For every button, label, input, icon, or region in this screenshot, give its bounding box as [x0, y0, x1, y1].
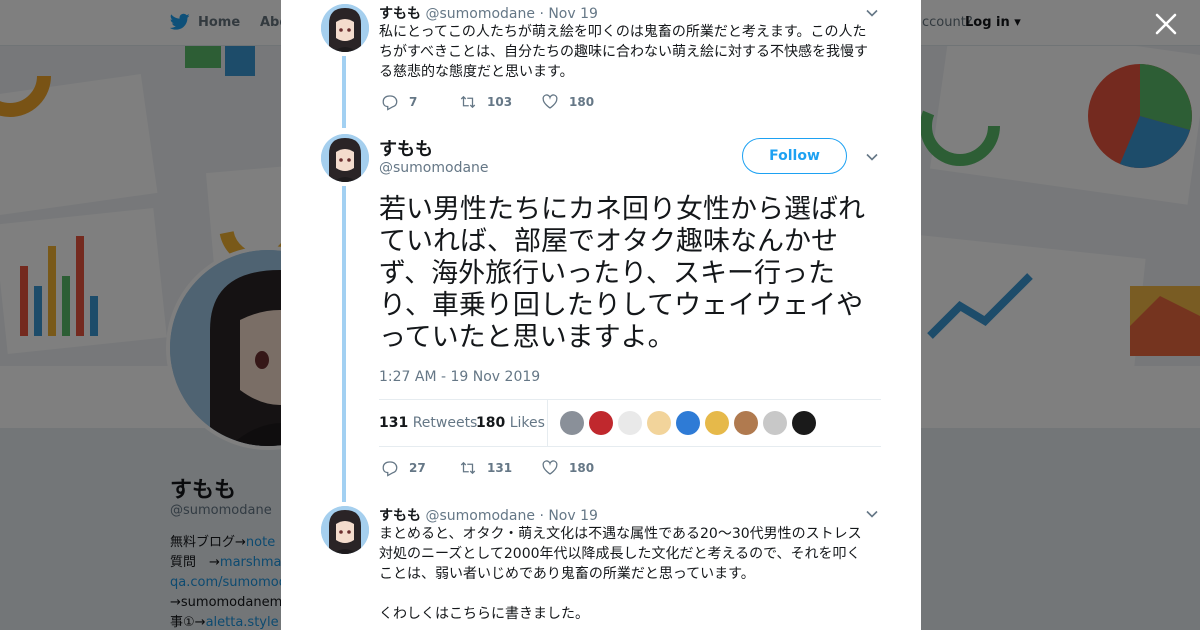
retweet-button[interactable]: 131 — [459, 459, 541, 477]
likes-stat-label: Likes — [509, 415, 545, 431]
reply-count: 27 — [409, 461, 426, 475]
retweets-stat[interactable]: 131 Retweets — [379, 415, 477, 431]
liker-avatar[interactable] — [618, 411, 642, 435]
thread-line — [342, 186, 346, 502]
follow-button[interactable]: Follow — [742, 138, 847, 174]
retweet-count: 131 — [487, 461, 513, 475]
tweet-text: 若い男性たちにカネ回り女性から選ばれていれば、部屋でオタク趣味なんかせず、海外旅… — [379, 194, 865, 353]
avatar-illustration — [321, 134, 369, 182]
reply-icon — [382, 95, 398, 111]
reply-count: 7 — [409, 95, 418, 109]
tweet-author-handle[interactable]: @sumomodane — [425, 508, 535, 524]
tweet-author-name[interactable]: すもも — [379, 6, 421, 22]
like-button[interactable]: 180 — [541, 93, 594, 111]
liker-avatar[interactable] — [763, 411, 787, 435]
tweet-avatar[interactable] — [321, 506, 369, 554]
likes-stat-count: 180 — [476, 415, 506, 431]
liker-avatar[interactable] — [734, 411, 758, 435]
avatar-illustration — [321, 4, 369, 52]
retweet-icon — [460, 95, 476, 109]
retweet-button[interactable]: 103 — [459, 93, 541, 111]
retweet-count: 103 — [487, 95, 513, 109]
stats-divider — [547, 400, 548, 446]
liker-avatar[interactable] — [705, 411, 729, 435]
tweet-text: 私にとってこの人たちが萌え絵を叩くのは鬼畜の所業だと考えます。この人たちがすべき… — [379, 24, 869, 80]
chevron-down-icon[interactable] — [865, 150, 879, 164]
tweet-header: すもも @sumomodane · Nov 19 — [379, 505, 598, 525]
close-icon[interactable] — [1152, 10, 1180, 38]
tweet-author-name[interactable]: すもも — [379, 508, 421, 524]
liker-avatars — [560, 411, 816, 435]
tweet-stats: 131 Retweets 180 Likes — [379, 399, 881, 447]
tweet-modal: すもも @sumomodane · Nov 19 私にとってこの人たちが萌え絵を… — [281, 0, 921, 630]
likes-stat[interactable]: 180 Likes — [476, 415, 545, 431]
tweet-timestamp[interactable]: 1:27 AM - 19 Nov 2019 — [379, 369, 540, 385]
tweet-actions: 7 103 180 — [381, 93, 594, 111]
like-button[interactable]: 180 — [541, 459, 594, 477]
reply-icon — [382, 461, 398, 477]
tweet-author-handle[interactable]: @sumomodane — [379, 160, 489, 176]
tweet-text-continued: くわしくはこちらに書きました。 — [379, 606, 589, 622]
liker-avatar[interactable] — [792, 411, 816, 435]
tweet-avatar[interactable] — [321, 134, 369, 182]
retweets-stat-count: 131 — [379, 415, 409, 431]
liker-avatar[interactable] — [676, 411, 700, 435]
tweet-author-name[interactable]: すもも — [379, 135, 433, 161]
chevron-down-icon[interactable] — [865, 507, 879, 521]
retweet-icon — [460, 461, 476, 475]
heart-icon — [542, 94, 558, 109]
retweets-stat-label: Retweets — [412, 415, 478, 431]
liker-avatar[interactable] — [560, 411, 584, 435]
tweet-author-handle[interactable]: @sumomodane — [425, 6, 535, 22]
liker-avatar[interactable] — [647, 411, 671, 435]
tweet-actions: 27 131 180 — [381, 459, 594, 477]
avatar-illustration — [321, 506, 369, 554]
reply-button[interactable]: 7 — [381, 93, 459, 111]
tweet-header: すもも @sumomodane · Nov 19 — [379, 3, 598, 23]
tweet-avatar[interactable] — [321, 4, 369, 52]
like-count: 180 — [569, 461, 595, 475]
tweet-date[interactable]: · Nov 19 — [539, 508, 598, 524]
like-count: 180 — [569, 95, 595, 109]
reply-button[interactable]: 27 — [381, 459, 459, 477]
tweet-text: まとめると、オタク・萌え文化は不遇な属性である20～30代男性のストレス対処のニ… — [379, 526, 862, 582]
tweet-date[interactable]: · Nov 19 — [539, 6, 598, 22]
heart-icon — [542, 460, 558, 475]
chevron-down-icon[interactable] — [865, 6, 879, 20]
liker-avatar[interactable] — [589, 411, 613, 435]
thread-line — [342, 56, 346, 128]
